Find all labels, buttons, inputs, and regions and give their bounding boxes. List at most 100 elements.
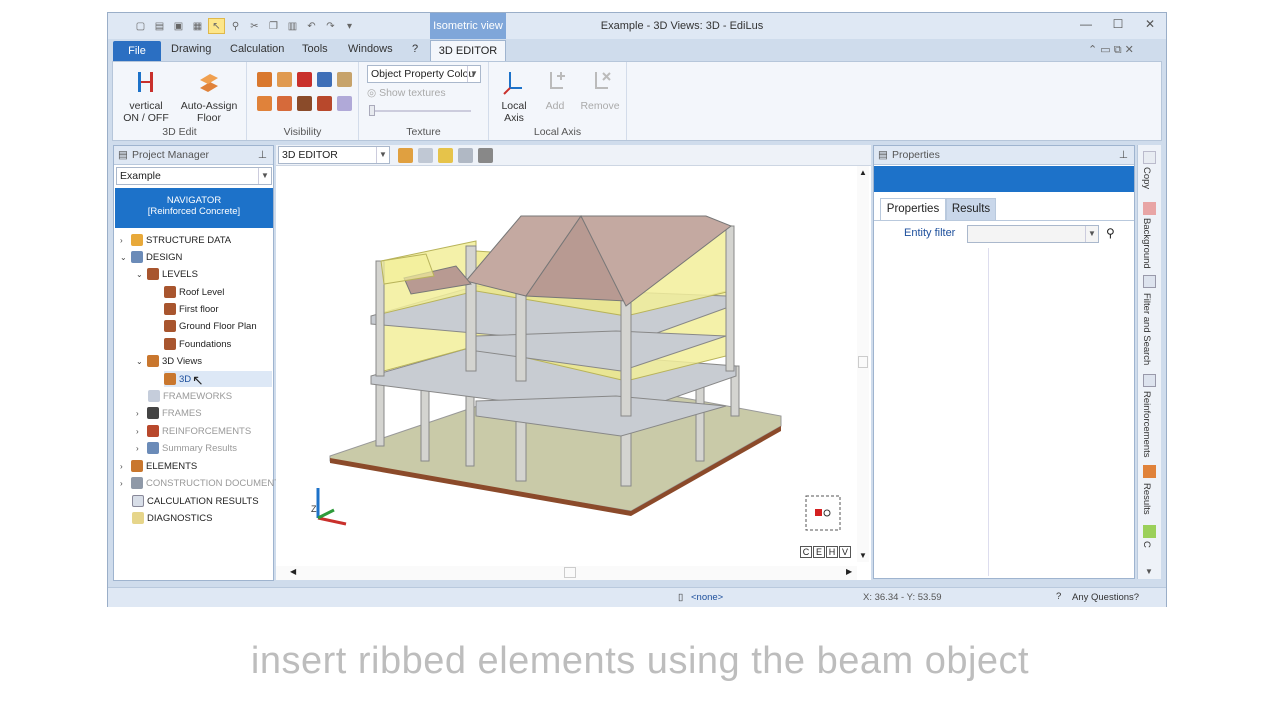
pin-icon[interactable]: ⊥	[1119, 146, 1128, 164]
frame-view-icon[interactable]	[458, 148, 473, 163]
tab-calculation[interactable]: Calculation	[230, 43, 284, 55]
view-button-v[interactable]: V	[839, 546, 851, 558]
checklist-icon[interactable]	[1143, 525, 1156, 538]
reinforcements-icon[interactable]	[1143, 374, 1156, 387]
minimize-icon[interactable]: —	[1070, 17, 1102, 31]
tree-item-design[interactable]: ⌄ DESIGN	[120, 249, 182, 265]
texture-slider-thumb[interactable]	[369, 105, 375, 116]
tab-windows[interactable]: Windows	[348, 43, 393, 55]
entity-filter-select[interactable]: ▼	[967, 225, 1099, 243]
add-axis-button[interactable]: Add	[535, 68, 575, 112]
tab-tools[interactable]: Tools	[302, 43, 328, 55]
view-button-e[interactable]: E	[813, 546, 825, 558]
tree-item-3d-views[interactable]: ⌄ 3D Views	[136, 353, 202, 369]
horizontal-scrollbar[interactable]: ◀ ▶	[276, 566, 857, 580]
filter-icon[interactable]	[1143, 275, 1156, 288]
tree-item-construction-documents[interactable]: › CONSTRUCTION DOCUMENTS	[120, 475, 286, 491]
beam-visibility-icon[interactable]	[257, 72, 272, 87]
project-select[interactable]: Example ▼	[116, 167, 272, 185]
tree-item-roof-level[interactable]: Roof Level	[164, 284, 224, 300]
scroll-right-icon[interactable]: ▶	[846, 567, 852, 576]
tree-item-elements[interactable]: › ELEMENTS	[120, 458, 197, 474]
maximize-icon[interactable]: ☐	[1102, 17, 1134, 31]
expand-icon[interactable]: ›	[120, 462, 128, 471]
sidebar-tab-reinforcements[interactable]: Reinforcements	[1141, 391, 1152, 458]
tree-item-diagnostics[interactable]: DIAGNOSTICS	[132, 510, 212, 526]
grid-visibility-icon[interactable]	[337, 96, 352, 111]
properties-panel: ▤ Properties ⊥ Properties Results Entity…	[873, 145, 1135, 579]
wall-visibility-icon[interactable]	[297, 72, 312, 87]
tab-help[interactable]: ?	[412, 43, 418, 55]
scroll-up-icon[interactable]: ▲	[859, 168, 867, 177]
vertical-onoff-button[interactable]: vertical ON / OFF	[121, 68, 171, 124]
sidebar-scroll-down-icon[interactable]: ▼	[1145, 567, 1153, 576]
stair-visibility-icon[interactable]	[317, 72, 332, 87]
view-button-h[interactable]: H	[826, 546, 838, 558]
tab-3d-editor[interactable]: 3D EDITOR	[430, 40, 506, 62]
tree-item-summary-results[interactable]: › Summary Results	[136, 440, 237, 456]
hscroll-thumb[interactable]	[564, 567, 576, 578]
any-questions-link[interactable]: Any Questions?	[1072, 592, 1139, 603]
tree-item-first-floor[interactable]: First floor	[164, 301, 219, 317]
roof-visibility-icon[interactable]	[337, 72, 352, 87]
texture-slider[interactable]	[371, 110, 471, 112]
tree-item-frames[interactable]: › FRAMES	[136, 405, 202, 421]
close-icon[interactable]: ✕	[1134, 17, 1166, 31]
tab-properties[interactable]: Properties	[880, 198, 946, 220]
scroll-left-icon[interactable]: ◀	[290, 567, 296, 576]
expand-icon[interactable]: ›	[136, 409, 144, 418]
slab-visibility-icon[interactable]	[277, 72, 292, 87]
pillar-visibility-icon[interactable]	[257, 96, 272, 111]
collapse-icon[interactable]: ⌄	[136, 357, 144, 366]
auto-assign-floor-button[interactable]: Auto-Assign Floor	[177, 68, 241, 124]
tree-item-frameworks[interactable]: FRAMEWORKS	[148, 388, 232, 404]
editor-mode-select[interactable]: 3D EDITOR ▼	[278, 146, 390, 164]
sidebar-tab-filter-and-search[interactable]: Filter and Search	[1141, 293, 1152, 365]
expand-icon[interactable]: ›	[120, 479, 128, 488]
copy-icon[interactable]	[1143, 151, 1156, 164]
sidebar-tab-results[interactable]: Results	[1141, 483, 1152, 515]
view-cube[interactable]	[805, 495, 841, 531]
color-mode-select[interactable]: Object Property Colou ▼	[367, 65, 481, 83]
viewport-3d[interactable]: Z C E H V ▲ ▼ ◀ ▶	[276, 166, 871, 580]
background-icon[interactable]	[1143, 202, 1156, 215]
tree-item-calculation-results[interactable]: CALCULATION RESULTS	[132, 493, 259, 509]
tab-results[interactable]: Results	[946, 198, 996, 220]
pin-icon[interactable]: ⊥	[258, 146, 267, 164]
camera-icon[interactable]	[478, 148, 493, 163]
editor-mode-value: 3D EDITOR	[282, 149, 338, 161]
tree-item-levels[interactable]: ⌄ LEVELS	[136, 266, 198, 282]
vertical-scrollbar[interactable]: ▲ ▼	[857, 166, 869, 562]
scroll-thumb[interactable]	[858, 356, 868, 368]
local-axis-button[interactable]: Local Axis	[495, 68, 533, 124]
expand-icon[interactable]: ›	[136, 444, 144, 453]
results-icon[interactable]	[1143, 465, 1156, 478]
load-visibility-icon[interactable]	[317, 96, 332, 111]
expand-icon[interactable]: ›	[120, 236, 128, 245]
tab-drawing[interactable]: Drawing	[171, 43, 211, 55]
layers-icon[interactable]	[438, 148, 453, 163]
remove-axis-button[interactable]: Remove	[577, 68, 623, 112]
local-label-1: Local	[501, 100, 527, 112]
ribbon-controls[interactable]: ⌃ ▭ ⧉ ✕	[1088, 43, 1134, 57]
tree-label: CONSTRUCTION DOCUMENTS	[146, 477, 287, 489]
sidebar-tab-c[interactable]: C	[1141, 541, 1152, 548]
fit-view-icon[interactable]	[418, 148, 433, 163]
show-textures-button[interactable]: ◎ Show textures	[367, 87, 446, 99]
box-view-icon[interactable]	[398, 148, 413, 163]
collapse-icon[interactable]: ⌄	[136, 270, 144, 279]
tree-item-structure-data[interactable]: › STRUCTURE DATA	[120, 232, 231, 248]
expand-icon[interactable]: ›	[136, 427, 144, 436]
sidebar-tab-background[interactable]: Background	[1141, 218, 1152, 269]
tree-item-ground-floor[interactable]: Ground Floor Plan	[164, 318, 257, 334]
scroll-down-icon[interactable]: ▼	[859, 551, 867, 560]
search-icon[interactable]: ⚲	[1106, 226, 1115, 240]
sidebar-tab-copy[interactable]: Copy	[1141, 167, 1152, 189]
view-button-c[interactable]: C	[800, 546, 812, 558]
tree-item-foundations[interactable]: Foundations	[164, 336, 231, 352]
tree-item-reinforcements[interactable]: › REINFORCEMENTS	[136, 423, 251, 439]
frame-visibility-icon[interactable]	[297, 96, 312, 111]
foundation-visibility-icon[interactable]	[277, 96, 292, 111]
tree-item-3d[interactable]: 3D	[164, 371, 272, 387]
collapse-icon[interactable]: ⌄	[120, 253, 128, 262]
